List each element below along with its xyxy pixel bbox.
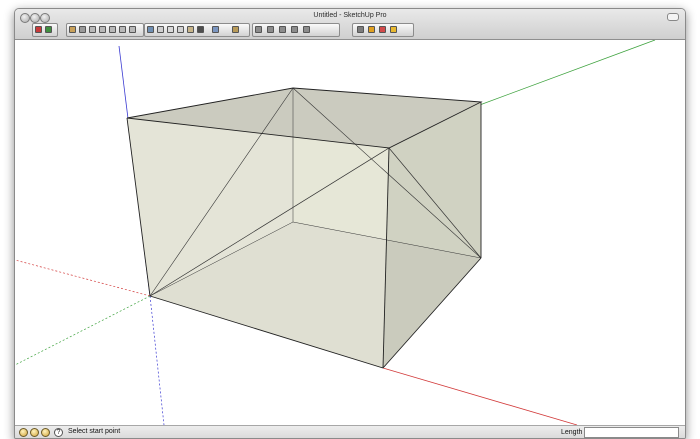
paint-bucket-icon [367,26,375,33]
right-view-icon [108,26,116,33]
outliner-button[interactable] [289,24,299,35]
back-view-icon [118,26,126,33]
monochrome-style-icon [196,26,204,33]
model-drawing [15,40,656,425]
front-view-icon [98,26,106,33]
right-view-button[interactable] [107,24,117,35]
shaded-style-button[interactable] [175,24,185,35]
orbit-icon [356,26,364,33]
top-view-button[interactable] [87,24,97,35]
warehouse-icon [389,26,397,33]
group-button[interactable] [265,24,275,35]
blue-axis-negative [149,295,165,425]
model-info-button[interactable] [43,24,53,35]
status-message: Select start point [68,428,121,435]
front-view-button[interactable] [97,24,107,35]
modeling-viewport[interactable] [15,40,685,425]
xray-style-button[interactable] [145,24,155,35]
wireframe-style-button[interactable] [155,24,165,35]
green-axis [476,40,656,107]
getting-started-icon [34,26,42,33]
eraser-icon [378,26,386,33]
hidden-line-style-button[interactable] [165,24,175,35]
xray-toggle-icon [211,26,219,33]
scenes-button[interactable] [301,24,311,35]
model-author-icon[interactable] [41,428,50,437]
iso-view-button[interactable] [77,24,87,35]
sketchup-window: Untitled - SketchUp Pro ? Select start p… [14,8,686,439]
geo-location-icon[interactable] [19,428,28,437]
eraser-button[interactable] [377,24,387,35]
back-view-button[interactable] [117,24,127,35]
window-title: Untitled - SketchUp Pro [313,12,387,19]
model-info-icon [44,26,52,33]
shaded-textures-style-icon [186,26,194,33]
monochrome-style-button[interactable] [195,24,205,35]
section-plane-button[interactable] [230,24,240,35]
credits-icon[interactable] [30,428,39,437]
red-axis-negative [15,259,151,297]
shaded-textures-style-button[interactable] [185,24,195,35]
walk-button[interactable] [67,24,77,35]
toolbar-toggle-button[interactable] [667,13,679,21]
help-icon[interactable]: ? [54,428,63,437]
layers-button[interactable] [277,24,287,35]
xray-toggle-button[interactable] [210,24,220,35]
layers-icon [278,26,286,33]
wireframe-style-icon [156,26,164,33]
component-icon [254,26,262,33]
xray-style-icon [146,26,154,33]
paint-bucket-button[interactable] [366,24,376,35]
warehouse-button[interactable] [388,24,398,35]
status-bar: ? Select start point Length [15,425,685,438]
measurements-label: Length [561,429,583,436]
green-axis-negative [15,295,151,366]
outliner-icon [290,26,298,33]
group-icon [266,26,274,33]
iso-view-icon [78,26,86,33]
shaded-style-icon [176,26,184,33]
orbit-button[interactable] [355,24,365,35]
left-view-icon [128,26,136,33]
box-front-face [127,118,389,368]
hidden-line-style-icon [166,26,174,33]
measurements-input[interactable] [584,427,679,438]
component-button[interactable] [253,24,263,35]
scenes-icon [302,26,310,33]
red-axis [382,367,578,425]
title-bar: Untitled - SketchUp Pro [15,9,685,40]
section-plane-icon [231,26,239,33]
walk-icon [68,26,76,33]
left-view-button[interactable] [127,24,137,35]
top-view-icon [88,26,96,33]
getting-started-button[interactable] [33,24,43,35]
